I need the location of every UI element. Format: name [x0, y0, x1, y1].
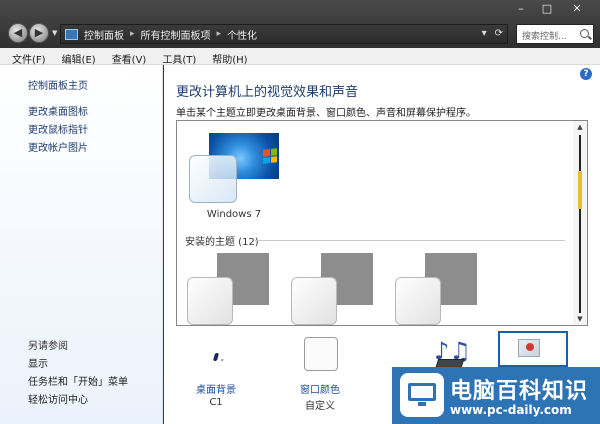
- desktop-background-value: C1: [209, 397, 223, 408]
- page-title: 更改计算机上的视觉效果和声音: [176, 85, 359, 100]
- menu-view[interactable]: 查看(V): [104, 48, 155, 66]
- sidebar-change-desktop-icons[interactable]: 更改桌面图标: [28, 103, 88, 121]
- installed-themes-heading: 安装的主题 (12): [185, 233, 263, 248]
- window-color-value: 自定义: [305, 401, 335, 412]
- sidebar-control-panel-home[interactable]: 控制面板主页: [28, 77, 88, 92]
- sidebar-change-mouse-pointers[interactable]: 更改鼠标指针: [28, 121, 88, 139]
- breadcrumb-control-panel[interactable]: 控制面板: [84, 27, 124, 42]
- breadcrumb-personalization[interactable]: 个性化: [227, 27, 257, 42]
- window-controls: – □ ✕: [508, 0, 594, 20]
- sidebar-change-account-picture[interactable]: 更改帐户图片: [28, 139, 88, 157]
- watermark-url: www.pc-daily.com: [450, 403, 572, 417]
- see-also-ease-of-access[interactable]: 轻松访问中心: [28, 391, 128, 409]
- back-button[interactable]: ◀: [8, 23, 28, 43]
- theme-window-preview: [291, 277, 337, 325]
- site-watermark: 电脑百科知识 www.pc-daily.com: [392, 367, 600, 424]
- theme-window-preview: [189, 155, 237, 203]
- watermark-title: 电脑百科知识: [450, 379, 589, 404]
- see-also-display[interactable]: 显示: [28, 355, 128, 373]
- forward-button[interactable]: ▶: [29, 23, 49, 43]
- scroll-up-icon[interactable]: ▲: [576, 123, 584, 131]
- breadcrumb-all-items[interactable]: 所有控制面板项: [141, 27, 211, 42]
- installed-theme-1[interactable]: [187, 253, 277, 325]
- window-color-setting[interactable]: 窗口颜色 自定义: [280, 331, 360, 421]
- menu-bar: 文件(F) 编辑(E) 查看(V) 工具(T) 帮助(H): [0, 48, 600, 66]
- maximize-button[interactable]: □: [534, 0, 560, 18]
- address-actions: ▾ ⟳: [482, 28, 503, 39]
- control-panel-icon: [65, 28, 78, 40]
- screen-saver-icon: [498, 331, 568, 367]
- menu-file[interactable]: 文件(F): [4, 48, 54, 66]
- see-also-taskbar-start-menu[interactable]: 任务栏和「开始」菜单: [28, 373, 128, 391]
- theme-windows-7[interactable]: Windows 7: [187, 133, 281, 220]
- search-input[interactable]: 搜索控制...: [516, 24, 594, 44]
- watermark-logo-icon: [400, 373, 444, 417]
- theme-window-preview: [395, 277, 441, 325]
- theme-list[interactable]: Windows 7 安装的主题 (12) ▲ ▼: [176, 120, 588, 326]
- search-placeholder: 搜索控制...: [522, 32, 567, 42]
- menu-edit[interactable]: 编辑(E): [54, 48, 104, 66]
- menu-tools[interactable]: 工具(T): [154, 48, 204, 66]
- scroll-thumb[interactable]: [578, 171, 582, 209]
- windows-logo-icon: [263, 148, 277, 164]
- breadcrumb-separator-icon[interactable]: ▸: [217, 29, 222, 39]
- see-also-heading: 另请参阅: [28, 341, 68, 352]
- refresh-icon[interactable]: ⟳: [495, 28, 503, 39]
- sidebar: 控制面板主页 更改桌面图标 更改鼠标指针 更改帐户图片 另请参阅 显示 任务栏和…: [0, 65, 163, 424]
- minimize-button[interactable]: –: [508, 0, 534, 18]
- theme-window-preview: [187, 277, 233, 325]
- installed-theme-2[interactable]: [291, 253, 381, 325]
- desktop-background-link[interactable]: 桌面背景: [176, 381, 256, 396]
- breadcrumb: 控制面板 ▸ 所有控制面板项 ▸ 个性化: [84, 27, 257, 42]
- close-button[interactable]: ✕: [560, 0, 594, 18]
- desktop-background-setting[interactable]: 桌面背景 C1: [176, 331, 256, 421]
- installed-theme-3[interactable]: [395, 253, 485, 325]
- desktop-background-icon: [196, 337, 236, 377]
- search-icon[interactable]: [580, 29, 589, 38]
- theme-name: Windows 7: [206, 209, 262, 220]
- address-bar[interactable]: 控制面板 ▸ 所有控制面板项 ▸ 个性化 ▾ ⟳: [60, 24, 508, 44]
- sidebar-task-links: 更改桌面图标 更改鼠标指针 更改帐户图片: [28, 103, 88, 157]
- scroll-track-upper: [579, 135, 581, 171]
- recent-pages-dropdown-icon[interactable]: ▼: [52, 29, 57, 37]
- theme-list-scrollbar[interactable]: ▲ ▼: [573, 121, 587, 325]
- menu-help[interactable]: 帮助(H): [204, 48, 255, 66]
- see-also-links: 显示 任务栏和「开始」菜单 轻松访问中心: [28, 355, 128, 409]
- window-color-icon: [300, 337, 340, 377]
- page-subtitle: 单击某个主题立即更改桌面背景、窗口颜色、声音和屏幕保护程序。: [176, 108, 476, 119]
- help-icon[interactable]: ?: [580, 68, 592, 80]
- scroll-down-icon[interactable]: ▼: [576, 315, 584, 323]
- group-divider: [255, 240, 565, 241]
- window-color-link[interactable]: 窗口颜色: [280, 381, 360, 396]
- address-dropdown-icon[interactable]: ▾: [482, 28, 487, 39]
- scroll-track-lower: [579, 209, 581, 313]
- title-bar: – □ ✕ ◀ ▶ ▼ 控制面板 ▸ 所有控制面板项 ▸ 个性化 ▾ ⟳ 搜索控…: [0, 0, 600, 48]
- breadcrumb-separator-icon[interactable]: ▸: [130, 29, 135, 39]
